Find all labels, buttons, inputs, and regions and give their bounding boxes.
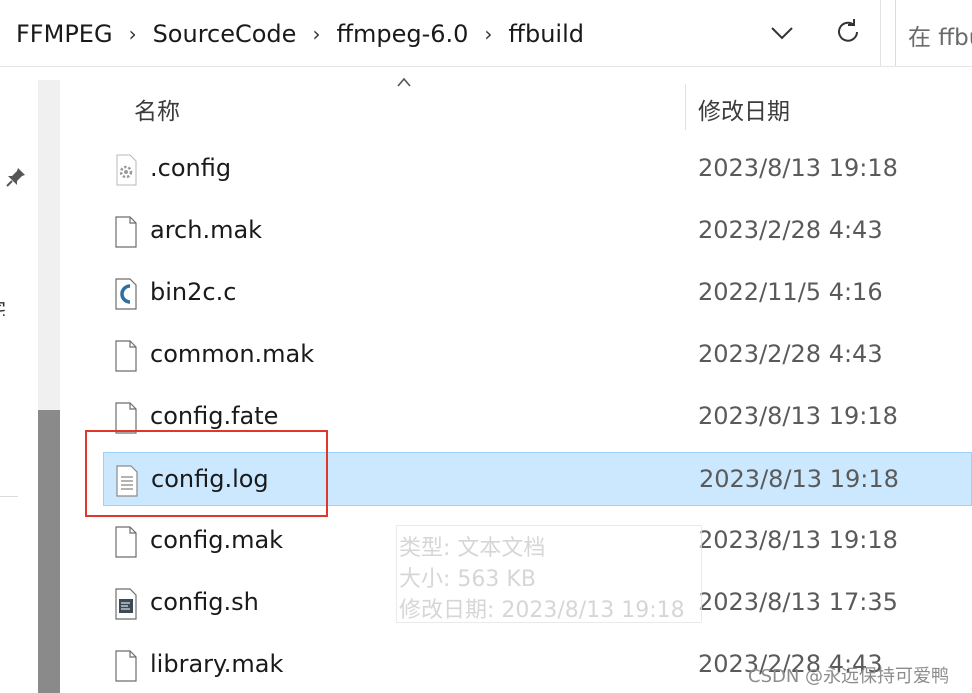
blank-file-icon: [115, 216, 137, 248]
sort-ascending-icon: [397, 77, 411, 87]
file-name: config.mak: [150, 526, 284, 554]
column-divider[interactable]: [685, 84, 686, 130]
refresh-icon[interactable]: [830, 14, 866, 50]
file-row[interactable]: common.mak 2023/2/28 4:43: [103, 328, 972, 382]
breadcrumb-separator-icon[interactable]: ›: [298, 22, 334, 46]
search-placeholder: 在 ffbuild: [908, 25, 972, 51]
breadcrumb-sourcecode[interactable]: SourceCode: [151, 20, 299, 48]
file-name: .config: [150, 154, 232, 182]
file-row[interactable]: .config 2023/8/13 19:18: [103, 142, 972, 196]
file-row[interactable]: config.fate 2023/8/13 19:18: [103, 390, 972, 444]
scrollbar-thumb[interactable]: [38, 410, 60, 693]
file-name: arch.mak: [150, 216, 263, 244]
c-source-file-icon: [115, 278, 137, 310]
address-divider: [880, 0, 881, 66]
file-name: config.sh: [150, 588, 259, 616]
file-date: 2023/2/28 4:43: [698, 216, 883, 244]
file-name: config.fate: [150, 402, 279, 430]
file-date: 2023/8/13 19:18: [698, 402, 898, 430]
address-bar[interactable]: FFMPEG › SourceCode › ffmpeg-6.0 › ffbui…: [0, 0, 972, 67]
file-name: common.mak: [150, 340, 315, 368]
tooltip-modified: 修改日期: 2023/8/13 19:18: [399, 598, 685, 623]
nav-item-fragment[interactable]: 宅: [0, 294, 6, 316]
breadcrumb-separator-icon[interactable]: ›: [470, 22, 506, 46]
breadcrumb-ffmpeg[interactable]: FFMPEG: [14, 20, 115, 48]
tooltip-size: 大小: 563 KB: [399, 567, 536, 592]
file-date: 2023/8/13 17:35: [698, 588, 898, 616]
file-name: bin2c.c: [150, 278, 237, 306]
config-file-icon: [116, 154, 137, 186]
column-header-name[interactable]: 名称: [134, 92, 180, 126]
file-date: 2023/8/13 19:18: [699, 465, 899, 493]
blank-file-icon: [115, 402, 137, 434]
tooltip-type: 类型: 文本文档: [399, 536, 546, 561]
text-document-icon: [116, 465, 138, 497]
file-row[interactable]: arch.mak 2023/2/28 4:43: [103, 204, 972, 258]
nav-divider: [0, 496, 18, 497]
file-info-tooltip: 类型: 文本文档 大小: 563 KB 修改日期: 2023/8/13 19:1…: [396, 525, 702, 623]
file-row-selected[interactable]: config.log 2023/8/13 19:18: [103, 452, 972, 506]
watermark: CSDN @永远保持可爱鸭: [748, 666, 950, 687]
pin-icon[interactable]: [4, 165, 28, 189]
breadcrumb: FFMPEG › SourceCode › ffmpeg-6.0 › ffbui…: [14, 18, 586, 50]
file-explorer-window: FFMPEG › SourceCode › ffmpeg-6.0 › ffbui…: [0, 0, 972, 693]
shell-script-icon: [115, 588, 137, 620]
search-box[interactable]: 在 ffbuild: [895, 0, 972, 66]
file-name: config.log: [151, 465, 269, 493]
file-date: 2023/8/13 19:18: [698, 526, 898, 554]
breadcrumb-ffbuild[interactable]: ffbuild: [506, 20, 586, 48]
blank-file-icon: [115, 526, 137, 558]
file-date: 2023/8/13 19:18: [698, 154, 898, 182]
blank-file-icon: [115, 340, 137, 372]
chevron-down-icon[interactable]: [764, 16, 800, 50]
column-header-date-modified[interactable]: 修改日期: [698, 92, 790, 126]
file-date: 2023/2/28 4:43: [698, 340, 883, 368]
blank-file-icon: [115, 650, 137, 682]
breadcrumb-ffmpeg-6[interactable]: ffmpeg-6.0: [334, 20, 470, 48]
breadcrumb-separator-icon[interactable]: ›: [115, 22, 151, 46]
file-name: library.mak: [150, 650, 284, 678]
file-date: 2022/11/5 4:16: [698, 278, 883, 306]
file-row[interactable]: bin2c.c 2022/11/5 4:16: [103, 266, 972, 320]
